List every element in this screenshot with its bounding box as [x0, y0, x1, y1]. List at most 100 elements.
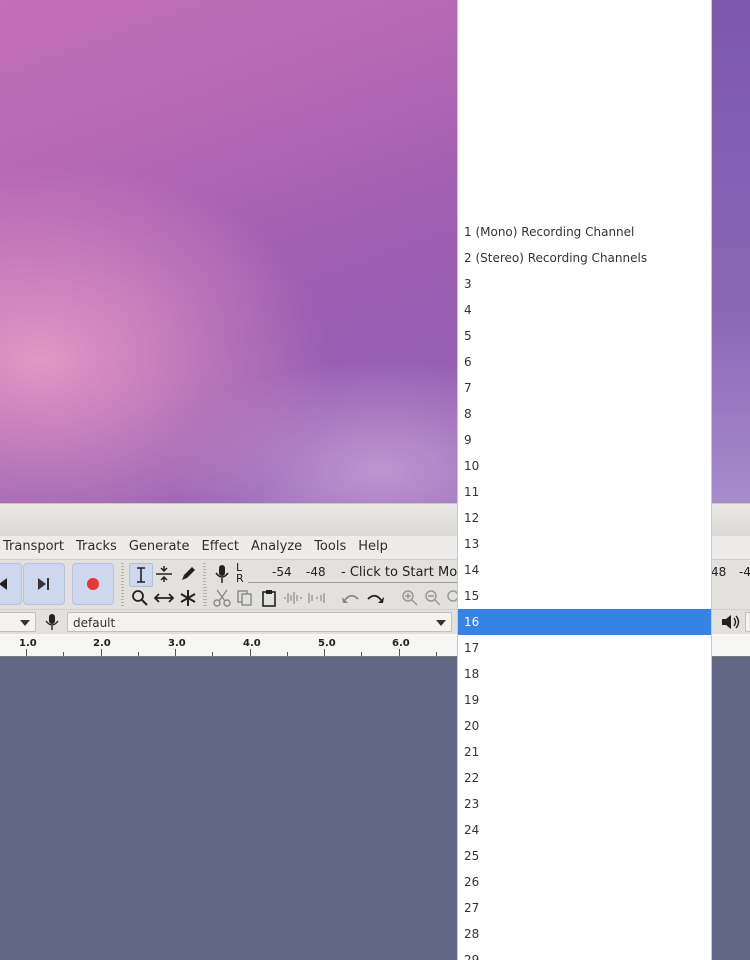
recording-channels-dropdown-list: 1 (Mono) Recording Channel 2 (Stereo) Rec… — [457, 0, 712, 960]
selection-tool[interactable] — [129, 563, 153, 587]
channel-option[interactable]: 24 — [458, 817, 711, 843]
zoom-in-button[interactable] — [399, 587, 421, 609]
meter-right-label: R — [236, 572, 244, 585]
ruler-label: 5.0 — [318, 638, 336, 649]
audio-host-select[interactable] — [0, 612, 36, 632]
chevron-down-icon — [20, 620, 30, 626]
ruler-label: 2.0 — [93, 638, 111, 649]
channel-option[interactable]: 23 — [458, 791, 711, 817]
record-button[interactable] — [72, 563, 114, 605]
channel-option[interactable]: 9 — [458, 427, 711, 453]
channel-option[interactable]: 6 — [458, 349, 711, 375]
channel-option[interactable]: 26 — [458, 869, 711, 895]
speaker-icon — [720, 613, 740, 635]
channel-option[interactable]: 28 — [458, 921, 711, 947]
channel-option[interactable]: 29 — [458, 947, 711, 960]
ruler-label: 3.0 — [168, 638, 186, 649]
menu-transport[interactable]: Transport — [0, 536, 70, 558]
envelope-icon — [156, 566, 172, 582]
fit-selection-button[interactable] — [446, 587, 457, 609]
draw-tool[interactable] — [177, 563, 199, 585]
channel-option[interactable]: 16 — [458, 609, 711, 635]
ruler-tick — [324, 649, 325, 656]
paste-button[interactable] — [258, 587, 280, 609]
time-shift-tool[interactable] — [153, 587, 175, 609]
magnifier-icon — [132, 590, 148, 606]
ruler-tick — [101, 649, 102, 656]
asterisk-icon — [180, 590, 196, 606]
channel-options: 1 (Mono) Recording Channel 2 (Stereo) Rec… — [458, 219, 711, 960]
channel-option[interactable]: 22 — [458, 765, 711, 791]
redo-icon — [367, 594, 384, 603]
zoom-in-icon — [402, 590, 418, 606]
record-meter-button[interactable] — [211, 563, 233, 585]
playback-meter-scale-label: -4 — [739, 565, 750, 579]
menu-analyze[interactable]: Analyze — [245, 536, 308, 558]
toolbar-grip[interactable] — [121, 563, 124, 607]
channel-option[interactable]: 20 — [458, 713, 711, 739]
playback-meter-scale-label: 48 — [711, 565, 727, 579]
cut-button[interactable] — [211, 587, 233, 609]
channel-option[interactable]: 27 — [458, 895, 711, 921]
trim-button[interactable] — [282, 587, 304, 609]
zoom-fit-icon — [447, 590, 457, 602]
menu-tracks[interactable]: Tracks — [70, 536, 123, 558]
pencil-icon — [182, 567, 195, 580]
menu-effect[interactable]: Effect — [196, 536, 245, 558]
skip-end-icon — [38, 578, 49, 590]
meter-scale-label: -48 — [306, 565, 326, 579]
silence-button[interactable] — [305, 587, 327, 609]
ruler-tick — [138, 652, 139, 656]
channel-option[interactable]: 21 — [458, 739, 711, 765]
ruler-tick — [63, 652, 64, 656]
envelope-tool[interactable] — [153, 563, 175, 585]
channel-option[interactable]: 5 — [458, 323, 711, 349]
microphone-icon — [45, 613, 59, 635]
redo-button[interactable] — [364, 587, 386, 609]
recording-meter-prompt[interactable]: - Click to Start Monit — [341, 565, 474, 580]
channel-option[interactable]: 17 — [458, 635, 711, 661]
clipboard-icon — [262, 590, 276, 607]
copy-icon — [237, 590, 252, 606]
channel-option[interactable]: 15 — [458, 583, 711, 609]
channel-option[interactable]: 2 (Stereo) Recording Channels — [458, 245, 711, 271]
channel-option[interactable]: 1 (Mono) Recording Channel — [458, 219, 711, 245]
channel-option[interactable]: 19 — [458, 687, 711, 713]
i-beam-icon — [137, 567, 145, 583]
ruler-tick — [399, 649, 400, 656]
toolbar-grip[interactable] — [204, 587, 207, 607]
wallpaper-right-strip — [712, 0, 750, 503]
zoom-out-icon — [425, 590, 441, 606]
copy-button[interactable] — [234, 587, 256, 609]
undo-button[interactable] — [340, 587, 362, 609]
skip-to-end-button[interactable] — [23, 563, 65, 605]
skip-to-start-button[interactable] — [0, 563, 22, 605]
chevron-down-icon — [436, 620, 446, 626]
channel-option[interactable]: 10 — [458, 453, 711, 479]
meter-scale-label: -54 — [272, 565, 292, 579]
undo-icon — [342, 594, 359, 603]
channel-option[interactable]: 11 — [458, 479, 711, 505]
channel-option[interactable]: 25 — [458, 843, 711, 869]
channel-option[interactable]: 3 — [458, 271, 711, 297]
playback-device-select[interactable] — [745, 612, 750, 632]
ruler-tick — [250, 649, 251, 656]
channel-option[interactable]: 14 — [458, 557, 711, 583]
zoom-out-button[interactable] — [422, 587, 444, 609]
channel-option[interactable]: 13 — [458, 531, 711, 557]
channel-option[interactable]: 4 — [458, 297, 711, 323]
menu-generate[interactable]: Generate — [123, 536, 196, 558]
ruler-label: 6.0 — [392, 638, 410, 649]
trim-audio-icon — [284, 592, 302, 604]
menu-help[interactable]: Help — [352, 536, 394, 558]
recording-device-value: default — [73, 616, 116, 630]
zoom-tool[interactable] — [129, 587, 151, 609]
multi-tool[interactable] — [177, 587, 199, 609]
channel-option[interactable]: 18 — [458, 661, 711, 687]
channel-option[interactable]: 12 — [458, 505, 711, 531]
channel-option[interactable]: 8 — [458, 401, 711, 427]
recording-device-select[interactable]: default — [67, 612, 452, 632]
ruler-tick — [212, 652, 213, 656]
channel-option[interactable]: 7 — [458, 375, 711, 401]
menu-tools[interactable]: Tools — [308, 536, 352, 558]
